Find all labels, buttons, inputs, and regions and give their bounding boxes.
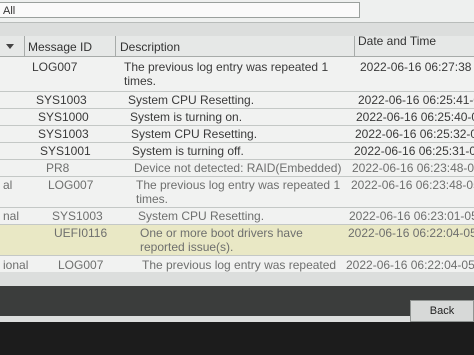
- log-filter-select[interactable]: All: [0, 2, 360, 18]
- row-message-id: SYS1003: [36, 93, 87, 107]
- row-date-time: 2022-06-16 06:22:04-050: [348, 226, 474, 240]
- table-row[interactable]: al LOG007 The previous log entry was rep…: [0, 177, 474, 208]
- lifecycle-log-screen: All Message ID Description Date and Time…: [0, 0, 474, 355]
- row-date-time: 2022-06-16 06:22:04-050: [346, 258, 474, 272]
- row-date-time: 2022-06-16 06:23:48-05: [351, 178, 474, 192]
- table-row[interactable]: SYS1003 System CPU Resetting. 2022-06-16…: [0, 92, 474, 109]
- column-divider: [354, 36, 355, 56]
- table-row[interactable]: LOG007 The previous log entry was repeat…: [0, 57, 474, 92]
- row-severity: al: [3, 178, 13, 192]
- monitor-bezel: [0, 322, 474, 355]
- table-row[interactable]: nal SYS1003 System CPU Resetting. 2022-0…: [0, 208, 474, 225]
- table-header: Message ID Description Date and Time: [0, 34, 474, 57]
- row-description: The previous log entry was repeated 1 ti…: [124, 60, 329, 88]
- row-description: System is turning off.: [132, 144, 244, 158]
- row-severity: ional: [3, 258, 29, 272]
- col-message-id[interactable]: Message ID: [28, 40, 92, 54]
- row-date-time: 2022-06-16 06:27:38: [360, 60, 472, 74]
- row-severity: nal: [3, 209, 20, 223]
- row-date-time: 2022-06-16 06:25:41-0: [358, 93, 474, 107]
- sort-arrow-icon[interactable]: [6, 44, 14, 49]
- column-divider: [24, 36, 25, 56]
- table-row[interactable]: SYS1001 System is turning off. 2022-06-1…: [0, 143, 474, 160]
- row-message-id: SYS1001: [40, 144, 91, 158]
- back-button[interactable]: Back: [410, 300, 474, 322]
- row-date-time: 2022-06-16 06:25:31-05: [354, 144, 474, 158]
- row-message-id: PR8: [46, 161, 70, 175]
- row-description: System CPU Resetting.: [131, 127, 258, 141]
- row-description: The previous log entry was repeated 1 ti…: [136, 178, 341, 206]
- row-message-id: SYS1000: [38, 110, 89, 124]
- table-row[interactable]: PR8 Device not detected: RAID(Embedded) …: [0, 160, 474, 177]
- row-date-time: 2022-06-16 06:25:32-0: [355, 127, 474, 141]
- row-description: The previous log entry was repeated 1 ti…: [142, 258, 337, 272]
- row-description: One or more boot drivers have reported i…: [140, 226, 303, 254]
- row-message-id: SYS1003: [52, 209, 103, 223]
- table-row[interactable]: SYS1000 System is turning on. 2022-06-16…: [0, 109, 474, 126]
- table-row[interactable]: ional LOG007 The previous log entry was …: [0, 256, 474, 272]
- col-date-time[interactable]: Date and Time: [358, 34, 436, 48]
- log-table: Message ID Description Date and Time LOG…: [0, 34, 474, 272]
- row-description: System CPU Resetting.: [128, 93, 255, 107]
- row-message-id: LOG007: [32, 60, 78, 74]
- row-message-id: LOG007: [58, 258, 104, 272]
- row-date-time: 2022-06-16 06:23:01-050: [349, 209, 474, 223]
- column-divider: [115, 36, 116, 56]
- row-message-id: SYS1003: [38, 127, 89, 141]
- footer-bar: [0, 286, 474, 316]
- row-date-time: 2022-06-16 06:25:40-0: [356, 110, 474, 124]
- row-message-id: UEFI0116: [54, 226, 108, 240]
- col-description[interactable]: Description: [120, 40, 180, 54]
- filter-bar: All: [0, 0, 474, 23]
- row-description: System CPU Resetting.: [138, 209, 265, 223]
- row-message-id: LOG007: [48, 178, 94, 192]
- row-description: Device not detected: RAID(Embedded): [134, 161, 342, 175]
- row-description: System is turning on.: [130, 110, 243, 124]
- table-row-selected[interactable]: UEFI0116 One or more boot drivers have r…: [0, 225, 474, 256]
- table-row[interactable]: SYS1003 System CPU Resetting. 2022-06-16…: [0, 126, 474, 143]
- row-date-time: 2022-06-16 06:23:48-05: [352, 161, 474, 175]
